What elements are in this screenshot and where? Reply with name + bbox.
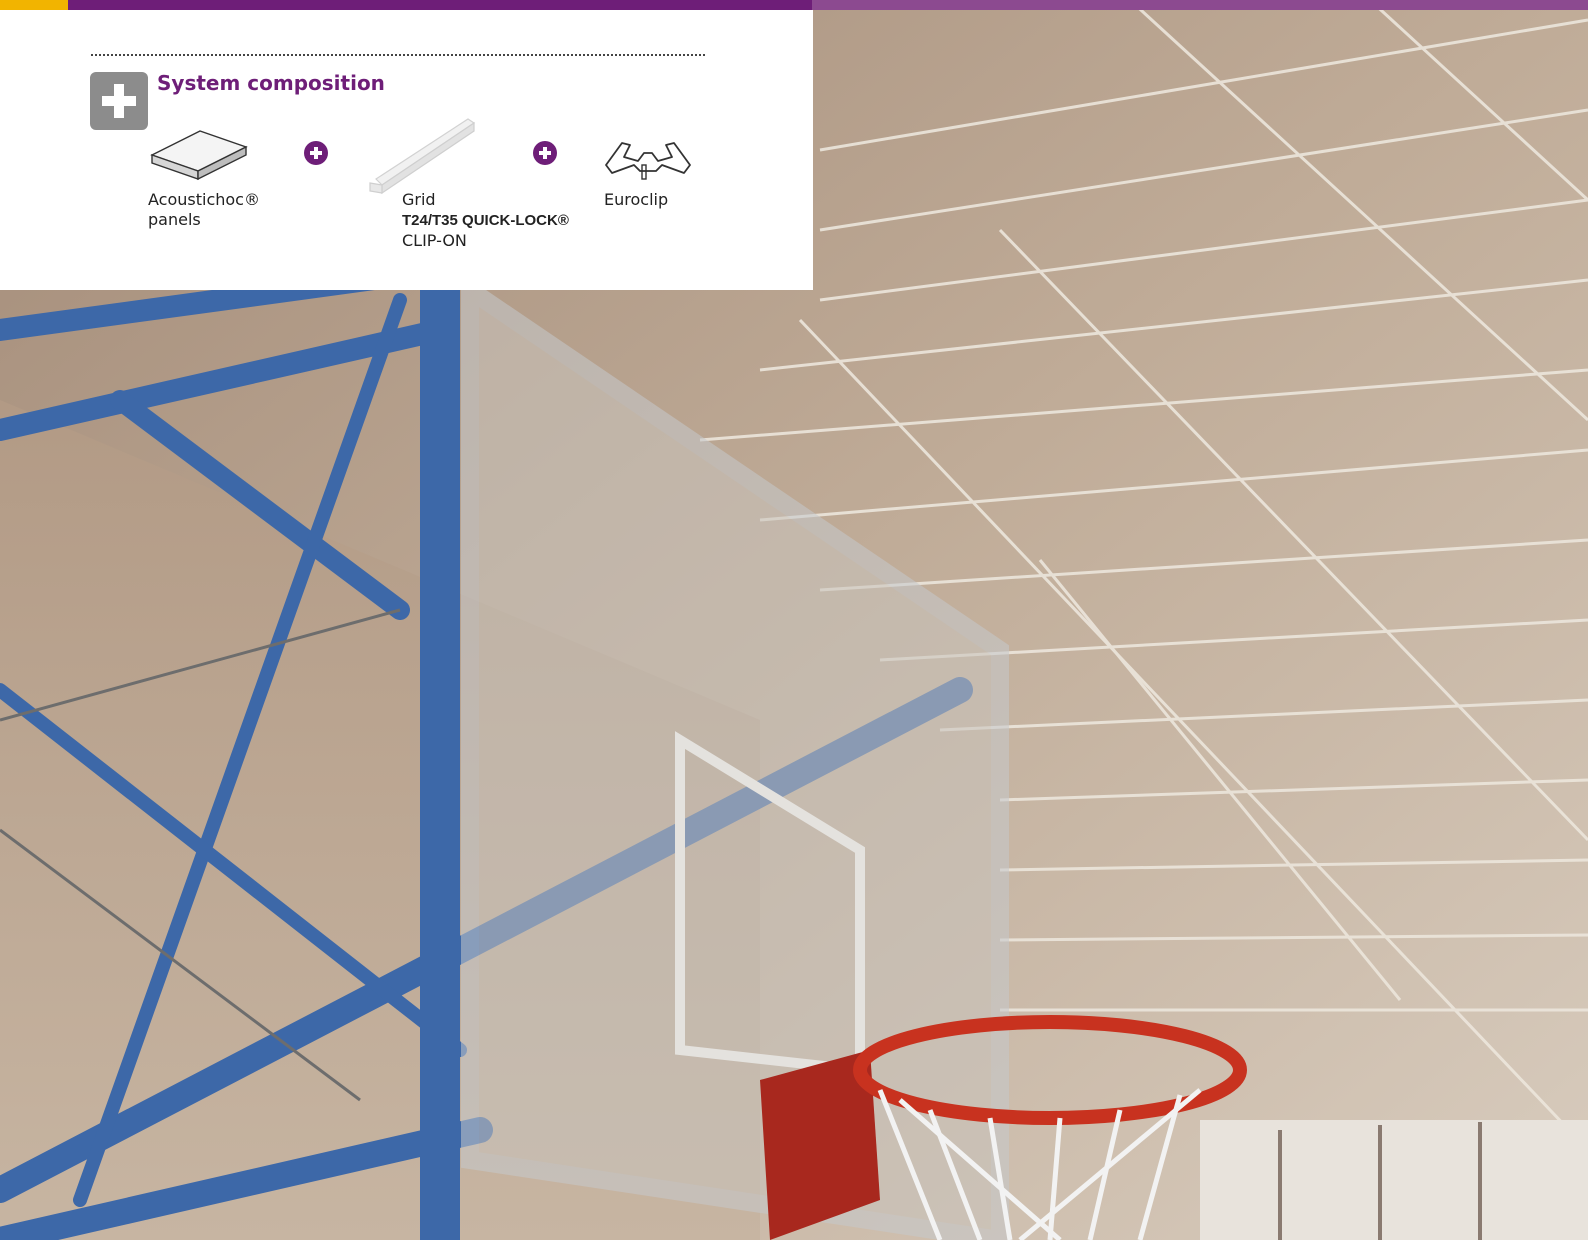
grid-profile-icon	[369, 118, 476, 195]
top-bar-fade	[812, 0, 1588, 10]
section-title: System composition	[157, 71, 385, 95]
component-label-grid: Grid T24/T35 QUICK-LOCK® CLIP-ON	[402, 190, 569, 250]
plus-box-icon	[90, 72, 148, 130]
system-composition-card: System composition Acoustichoc® panels G…	[0, 10, 813, 290]
plus-circle-icon	[304, 141, 328, 165]
dotted-divider	[91, 54, 705, 56]
ceiling-panel-icon	[150, 130, 248, 181]
plus-circle-icon	[533, 141, 557, 165]
component-label-panels: Acoustichoc® panels	[148, 190, 260, 229]
top-color-bar	[0, 0, 1588, 10]
component-label-euroclip: Euroclip	[604, 190, 669, 209]
euroclip-icon	[605, 142, 691, 180]
top-bar-accent	[0, 0, 68, 10]
